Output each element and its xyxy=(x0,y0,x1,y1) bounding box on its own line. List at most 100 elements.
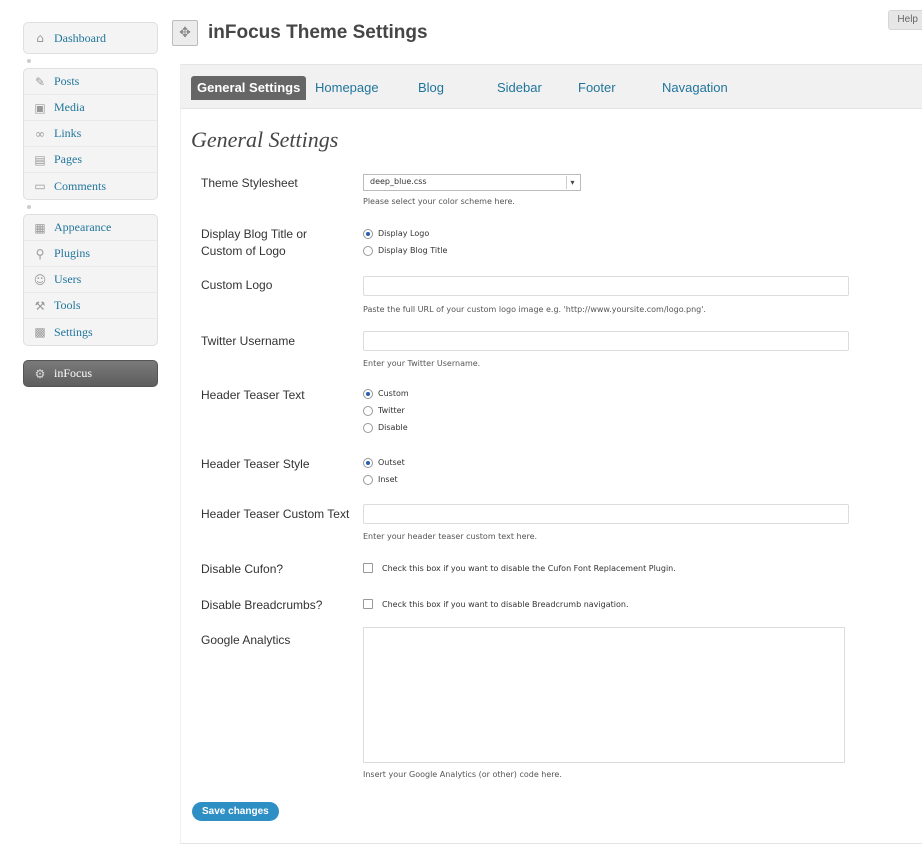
users-icon: ☺ xyxy=(33,272,47,287)
radio-button[interactable] xyxy=(363,228,373,239)
twitter-label: Twitter Username xyxy=(201,334,296,348)
stylesheet-value: deep_blue.css xyxy=(370,177,427,186)
cufon-text: Check this box if you want to disable th… xyxy=(382,563,676,573)
radio-label: Display Logo xyxy=(378,229,430,238)
breadcrumbs-option: Check this box if you want to disable Br… xyxy=(363,599,628,609)
tab-bar: General Settings Homepage Blog Sidebar F… xyxy=(181,65,922,109)
radio-custom[interactable]: Custom xyxy=(363,385,409,402)
sidebar-item-users[interactable]: ☺ Users xyxy=(24,267,157,293)
stylesheet-hint: Please select your color scheme here. xyxy=(363,197,515,206)
stylesheet-label: Theme Stylesheet xyxy=(201,176,298,190)
tab-sidebar[interactable]: Sidebar xyxy=(497,76,542,100)
media-icon: ▣ xyxy=(34,100,46,115)
teaser-text-options: Custom Twitter Disable xyxy=(363,385,409,436)
radio-label: Display Blog Title xyxy=(378,246,448,255)
radio-button[interactable] xyxy=(363,457,373,468)
sidebar-item-infocus[interactable]: ⚙ inFocus xyxy=(23,360,158,387)
sidebar-item-appearance[interactable]: ▦ Appearance xyxy=(24,215,157,241)
breadcrumbs-checkbox[interactable] xyxy=(363,599,373,609)
sidebar-item-links[interactable]: ∞ Links xyxy=(24,121,157,147)
menu-group-admin: ▦ Appearance ⚲ Plugins ☺ Users ⚒ Tools ▩… xyxy=(23,214,158,346)
analytics-hint: Insert your Google Analytics (or other) … xyxy=(363,770,562,779)
analytics-textarea[interactable] xyxy=(363,627,845,763)
sidebar-item-label: Media xyxy=(54,100,85,114)
tab-navagation[interactable]: Navagation xyxy=(662,76,728,100)
radio-outset[interactable]: Outset xyxy=(363,454,405,471)
cufon-option: Check this box if you want to disable th… xyxy=(363,563,676,573)
link-icon: ∞ xyxy=(35,126,45,141)
radio-inset[interactable]: Inset xyxy=(363,471,405,488)
sidebar-item-media[interactable]: ▣ Media xyxy=(24,95,157,121)
radio-label: Disable xyxy=(378,423,408,432)
analytics-label: Google Analytics xyxy=(201,633,291,647)
radio-disable[interactable]: Disable xyxy=(363,419,409,436)
custom-logo-field[interactable] xyxy=(363,276,849,296)
teaser-text-label: Header Teaser Text xyxy=(201,388,305,402)
help-button[interactable]: Help xyxy=(888,10,922,30)
save-changes-button[interactable]: Save changes xyxy=(192,802,279,821)
radio-button[interactable] xyxy=(363,245,373,256)
tab-footer[interactable]: Footer xyxy=(578,76,616,100)
sidebar-item-pages[interactable]: ▤ Pages xyxy=(24,147,157,173)
radio-display-blog-title[interactable]: Display Blog Title xyxy=(363,242,447,259)
stylesheet-select[interactable]: deep_blue.css ▾ xyxy=(363,174,581,191)
appearance-icon: ▦ xyxy=(34,220,46,235)
sidebar-item-label: Appearance xyxy=(54,220,112,234)
admin-sidebar: ⌂ Dashboard ✎ Posts ▣ Media ∞ Links ▤ Pa… xyxy=(23,22,158,387)
radio-button[interactable] xyxy=(363,405,373,416)
radio-label: Inset xyxy=(378,475,398,484)
breadcrumbs-text: Check this box if you want to disable Br… xyxy=(382,599,629,609)
page-icon: ▤ xyxy=(34,152,46,167)
teaser-style-label: Header Teaser Style xyxy=(201,457,310,471)
tools-icon: ⚒ xyxy=(34,298,46,313)
sidebar-item-label: Users xyxy=(54,272,82,286)
sidebar-item-label: Tools xyxy=(54,298,81,312)
home-icon: ⌂ xyxy=(36,31,44,45)
sidebar-item-label: Dashboard xyxy=(54,30,106,45)
sidebar-item-posts[interactable]: ✎ Posts xyxy=(24,69,157,95)
sidebar-item-label: Comments xyxy=(54,178,107,193)
teaser-style-options: Outset Inset xyxy=(363,454,405,488)
custom-logo-hint: Paste the full URL of your custom logo i… xyxy=(363,305,706,314)
section-title: General Settings xyxy=(191,127,339,152)
radio-label: Custom xyxy=(378,389,409,398)
sidebar-item-label: Plugins xyxy=(54,246,91,260)
radio-twitter[interactable]: Twitter xyxy=(363,402,409,419)
teaser-custom-hint: Enter your header teaser custom text her… xyxy=(363,532,538,541)
blog-title-label: Display Blog Title or Custom of Logo xyxy=(201,227,308,258)
cufon-label: Disable Cufon? xyxy=(201,562,284,576)
settings-panel: General Settings Homepage Blog Sidebar F… xyxy=(180,64,922,844)
radio-button[interactable] xyxy=(363,388,373,399)
sidebar-item-settings[interactable]: ▩ Settings xyxy=(24,319,157,345)
radio-display-logo[interactable]: Display Logo xyxy=(363,225,447,242)
sidebar-item-label: Links xyxy=(54,126,82,140)
theme-settings-icon: ✥ xyxy=(172,20,198,46)
page-header: ✥ inFocus Theme Settings xyxy=(172,20,428,46)
twitter-hint: Enter your Twitter Username. xyxy=(363,359,481,368)
tab-homepage[interactable]: Homepage xyxy=(315,76,379,100)
radio-label: Outset xyxy=(378,458,405,467)
teaser-custom-label: Header Teaser Custom Text xyxy=(201,507,350,521)
chevron-down-icon: ▾ xyxy=(566,176,578,189)
menu-group-content: ✎ Posts ▣ Media ∞ Links ▤ Pages ▭ Commen… xyxy=(23,68,158,200)
tab-blog[interactable]: Blog xyxy=(418,76,444,100)
blog-title-options: Display Logo Display Blog Title xyxy=(363,225,447,259)
radio-button[interactable] xyxy=(363,422,373,433)
sidebar-item-label: inFocus xyxy=(54,366,93,380)
page-title: inFocus Theme Settings xyxy=(208,22,428,43)
sidebar-item-dashboard[interactable]: ⌂ Dashboard xyxy=(24,23,157,53)
sidebar-item-tools[interactable]: ⚒ Tools xyxy=(24,293,157,319)
sidebar-item-comments[interactable]: ▭ Comments xyxy=(24,173,157,199)
cufon-checkbox[interactable] xyxy=(363,563,373,573)
sidebar-item-label: Settings xyxy=(54,324,93,339)
sidebar-item-label: Pages xyxy=(54,152,82,166)
plugin-icon: ⚲ xyxy=(35,246,45,261)
comment-icon: ▭ xyxy=(34,179,46,193)
tab-general-settings[interactable]: General Settings xyxy=(191,76,307,100)
custom-logo-label: Custom Logo xyxy=(201,278,273,292)
sidebar-item-plugins[interactable]: ⚲ Plugins xyxy=(24,241,157,267)
menu-separator xyxy=(23,200,158,214)
teaser-custom-field[interactable] xyxy=(363,504,849,524)
radio-button[interactable] xyxy=(363,474,373,485)
twitter-field[interactable] xyxy=(363,331,849,351)
